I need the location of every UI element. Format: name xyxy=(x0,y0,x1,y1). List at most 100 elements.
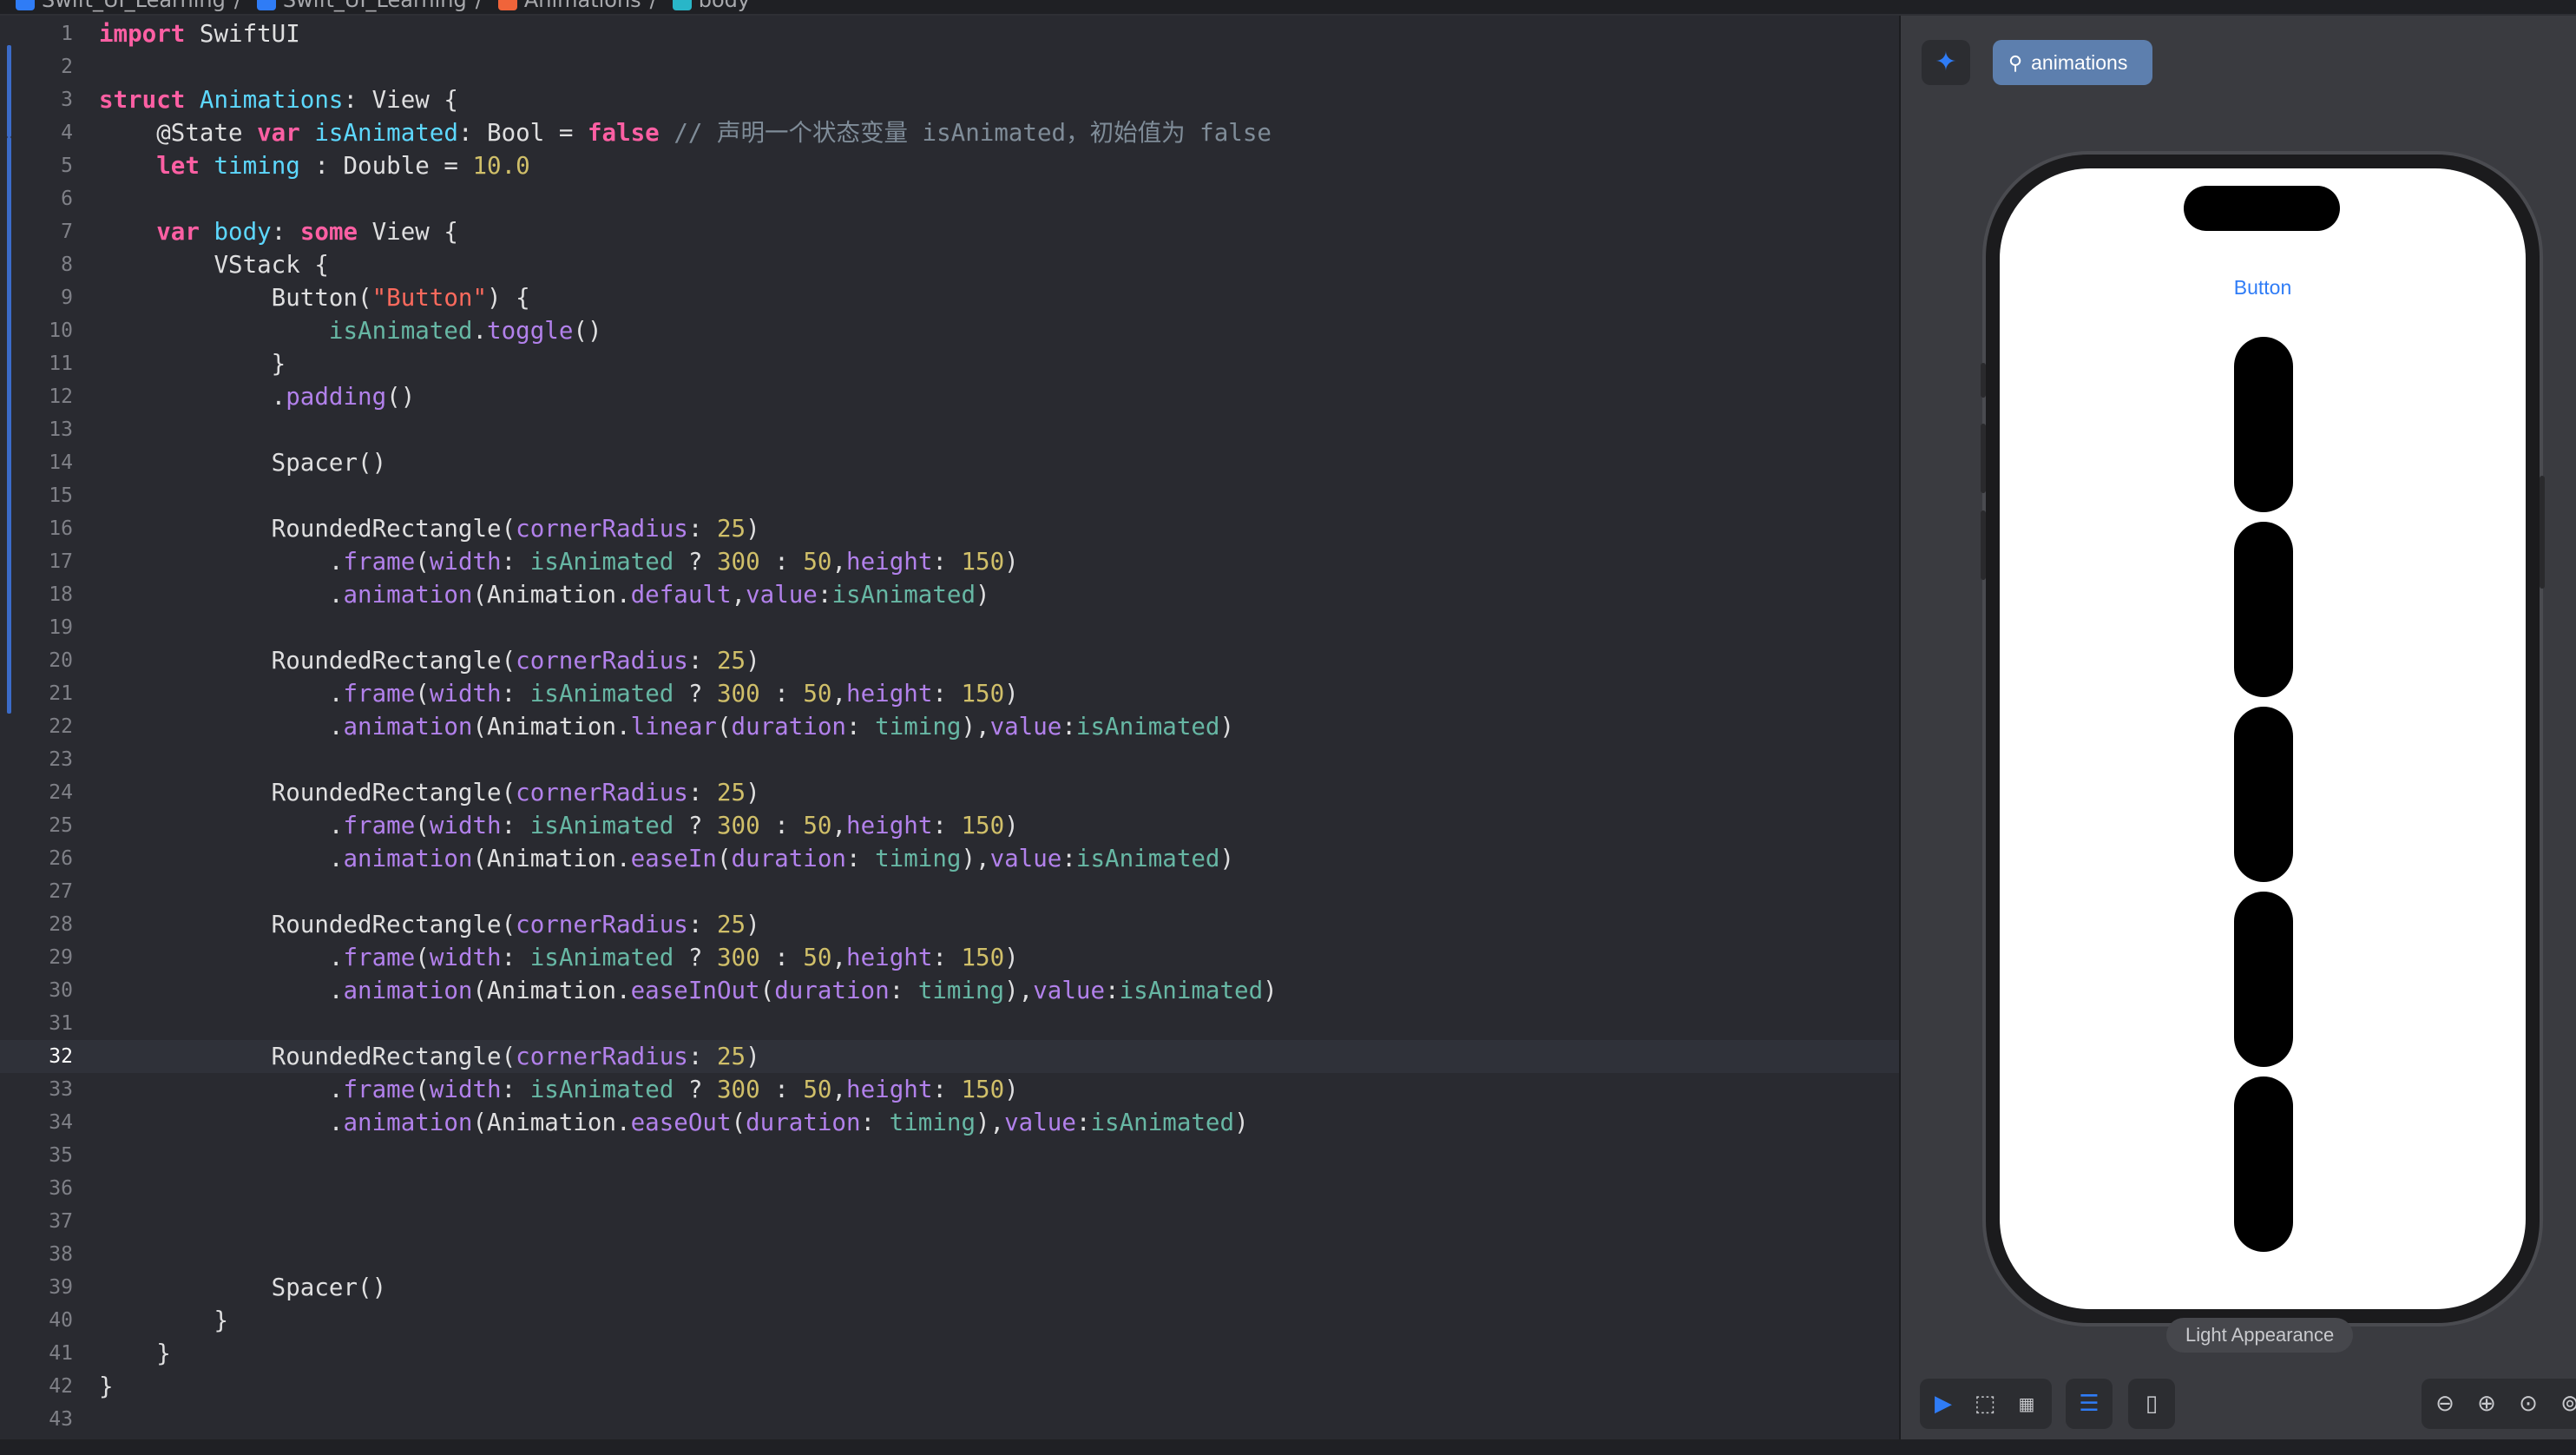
code-line[interactable]: 24 RoundedRectangle(cornerRadius: 25) xyxy=(0,776,1899,809)
code-token: import xyxy=(99,20,186,48)
code-line[interactable]: 14 Spacer() xyxy=(0,446,1899,479)
code-line[interactable]: 32 RoundedRectangle(cornerRadius: 25) xyxy=(0,1040,1899,1073)
folder-icon xyxy=(256,0,276,10)
appearance-label[interactable]: Light Appearance xyxy=(2166,1318,2354,1353)
code-text: Spacer() xyxy=(99,1271,386,1304)
code-token: frame xyxy=(343,944,416,971)
pin-button[interactable]: ✦ xyxy=(1922,40,1970,85)
code-line[interactable]: 22 .animation(Animation.linear(duration:… xyxy=(0,710,1899,743)
code-text: .padding() xyxy=(99,380,416,413)
code-token: ) xyxy=(1004,680,1019,708)
code-line[interactable]: 28 RoundedRectangle(cornerRadius: 25) xyxy=(0,908,1899,941)
variants-icon[interactable]: ▦ xyxy=(2007,1379,2047,1429)
code-line[interactable]: 29 .frame(width: isAnimated ? 300 : 50,h… xyxy=(0,941,1899,974)
code-token: VStack { xyxy=(99,251,329,279)
code-token: easeIn xyxy=(630,845,717,872)
code-line[interactable]: 31 xyxy=(0,1007,1899,1040)
code-line[interactable]: 27 xyxy=(0,875,1899,908)
code-token: : xyxy=(1061,713,1076,741)
code-line[interactable]: 4 @State var isAnimated: Bool = false //… xyxy=(0,116,1899,149)
line-number: 35 xyxy=(49,1144,73,1167)
selectable-icon[interactable]: ⬚ xyxy=(1965,1379,2005,1429)
code-line[interactable]: 10 isAnimated.toggle() xyxy=(0,314,1899,347)
code-line[interactable]: 13 xyxy=(0,413,1899,446)
code-line[interactable]: 40 } xyxy=(0,1304,1899,1337)
code-line[interactable]: 18 .animation(Animation.default,value:is… xyxy=(0,578,1899,611)
code-token: 50 xyxy=(803,680,832,708)
live-preview-icon[interactable]: ▶ xyxy=(1923,1379,1963,1429)
line-number: 18 xyxy=(49,583,73,606)
code-line[interactable]: 6 xyxy=(0,182,1899,215)
code-token: duration xyxy=(731,713,846,741)
line-number: 4 xyxy=(61,122,73,144)
code-text: isAnimated.toggle() xyxy=(99,314,602,347)
code-line[interactable]: 35 xyxy=(0,1139,1899,1172)
code-line[interactable]: 23 xyxy=(0,743,1899,776)
code-line[interactable]: 20 RoundedRectangle(cornerRadius: 25) xyxy=(0,644,1899,677)
preview-tab[interactable]: ⚲ animations xyxy=(1993,40,2152,85)
line-number: 34 xyxy=(49,1111,73,1134)
button-label[interactable]: Button xyxy=(2000,276,2526,300)
code-line[interactable]: 19 xyxy=(0,611,1899,644)
rounded-rectangle xyxy=(2234,1076,2293,1252)
code-token: some xyxy=(299,218,358,246)
code-line[interactable]: 17 .frame(width: isAnimated ? 300 : 50,h… xyxy=(0,545,1899,578)
code-line[interactable]: 8 VStack { xyxy=(0,248,1899,281)
breadcrumb-file[interactable]: Animations xyxy=(524,0,641,12)
code-token: } xyxy=(99,1340,171,1367)
code-line[interactable]: 5 let timing : Double = 10.0 xyxy=(0,149,1899,182)
code-line[interactable]: 7 var body: some View { xyxy=(0,215,1899,248)
line-number: 19 xyxy=(49,616,73,639)
code-line[interactable]: 41 } xyxy=(0,1337,1899,1370)
code-line[interactable]: 30 .animation(Animation.easeInOut(durati… xyxy=(0,974,1899,1007)
code-token: duration xyxy=(731,845,846,872)
code-line[interactable]: 9 Button("Button") { xyxy=(0,281,1899,314)
code-text: RoundedRectangle(cornerRadius: 25) xyxy=(99,908,760,941)
code-line[interactable]: 2 xyxy=(0,50,1899,83)
zoom-fit-icon[interactable]: ⊚ xyxy=(2550,1379,2576,1429)
code-line[interactable]: 11 } xyxy=(0,347,1899,380)
code-token: 300 xyxy=(717,1076,760,1103)
code-line[interactable]: 36 xyxy=(0,1172,1899,1205)
code-editor[interactable]: 1 import SwiftUI 2 3 struct Animations: View… xyxy=(0,16,1899,1439)
code-line[interactable]: 1 import SwiftUI xyxy=(0,17,1899,50)
code-token: . xyxy=(99,680,344,708)
code-line[interactable]: 15 xyxy=(0,479,1899,512)
code-line[interactable]: 26 .animation(Animation.easeIn(duration:… xyxy=(0,842,1899,875)
code-line[interactable]: 21 .frame(width: isAnimated ? 300 : 50,h… xyxy=(0,677,1899,710)
zoom-actual-icon[interactable]: ⊙ xyxy=(2508,1379,2548,1429)
code-token: 150 xyxy=(961,548,1005,576)
line-number: 7 xyxy=(61,221,73,243)
code-text: } xyxy=(99,1370,114,1403)
breadcrumb-project[interactable]: Swift_UI_Learning xyxy=(42,0,226,12)
code-line[interactable]: 25 .frame(width: isAnimated ? 300 : 50,h… xyxy=(0,809,1899,842)
code-token: false xyxy=(587,119,660,147)
zoom-out-icon[interactable]: ⊖ xyxy=(2425,1379,2465,1429)
code-line[interactable]: 38 xyxy=(0,1238,1899,1271)
code-text: @State var isAnimated: Bool = false // 声… xyxy=(99,116,1272,149)
code-line[interactable]: 33 .frame(width: isAnimated ? 300 : 50,h… xyxy=(0,1073,1899,1106)
code-line[interactable]: 34 .animation(Animation.easeOut(duration… xyxy=(0,1106,1899,1139)
code-line[interactable]: 16 RoundedRectangle(cornerRadius: 25) xyxy=(0,512,1899,545)
line-number: 20 xyxy=(49,649,73,672)
code-line[interactable]: 3 struct Animations: View { xyxy=(0,83,1899,116)
code-token: ? xyxy=(674,944,717,971)
zoom-in-icon[interactable]: ⊕ xyxy=(2467,1379,2507,1429)
breadcrumb-symbol[interactable]: body xyxy=(699,0,750,12)
device-icon[interactable]: ▯ xyxy=(2132,1379,2172,1429)
line-number: 23 xyxy=(49,748,73,771)
line-number: 15 xyxy=(49,484,73,507)
code-line[interactable]: 37 xyxy=(0,1205,1899,1238)
code-line[interactable]: 39 Spacer() xyxy=(0,1271,1899,1304)
breadcrumb-folder[interactable]: Swift_UI_Learning xyxy=(283,0,467,12)
code-token: // 声明一个状态变量 isAnimated，初始值为 false xyxy=(674,119,1272,147)
code-line[interactable]: 43 xyxy=(0,1403,1899,1436)
code-line[interactable]: 12 .padding() xyxy=(0,380,1899,413)
code-line[interactable]: 42} xyxy=(0,1370,1899,1403)
code-token: SwiftUI xyxy=(185,20,300,48)
line-number: 21 xyxy=(49,682,73,705)
canvas-settings-icon[interactable]: ☰ xyxy=(2069,1379,2109,1429)
